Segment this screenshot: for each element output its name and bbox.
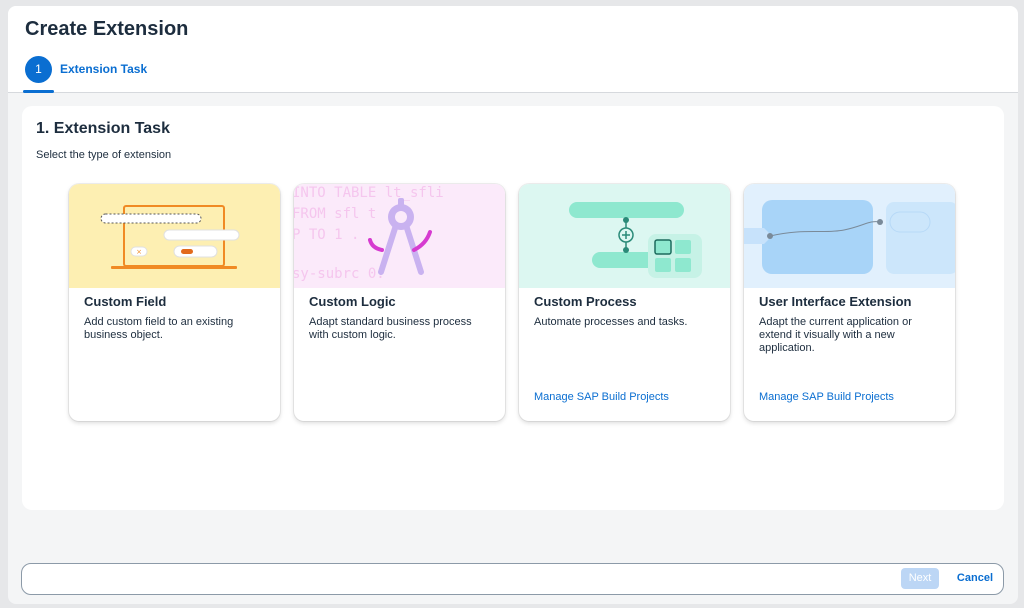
- dialog-header: Create Extension 1 Extension Task: [8, 6, 1018, 93]
- compass-tool-icon: INTO TABLE lt_sfli FROM sfl t P TO 1 . s…: [294, 184, 505, 288]
- card-description: Adapt the current application or extend …: [759, 316, 912, 354]
- code-line: FROM sfl t: [294, 206, 376, 222]
- card-title: User Interface Extension: [759, 294, 912, 309]
- dialog-footer: Next Cancel: [21, 563, 1004, 595]
- card-title: Custom Process: [534, 294, 637, 309]
- step-active-indicator: [23, 90, 54, 93]
- card-title: Custom Field: [84, 294, 167, 309]
- code-line: sy-subrc 0.: [294, 266, 385, 282]
- laptop-form-icon: ×: [69, 184, 280, 288]
- ui-windows-icon: [744, 184, 955, 288]
- card-description: Adapt standard business process with cus…: [309, 316, 472, 341]
- manage-sap-build-projects-link[interactable]: Manage SAP Build Projects: [534, 391, 669, 403]
- card-description: Automate processes and tasks.: [534, 316, 688, 328]
- wizard-step-extension-task[interactable]: 1 Extension Task: [23, 55, 163, 93]
- card-title: Custom Logic: [309, 294, 396, 309]
- card-custom-process[interactable]: Custom Process Automate processes and ta…: [519, 184, 730, 421]
- card-custom-logic[interactable]: INTO TABLE lt_sfli FROM sfl t P TO 1 . s…: [294, 184, 505, 421]
- dialog-title: Create Extension: [25, 18, 189, 40]
- card-description: Add custom field to an existing business…: [84, 316, 234, 341]
- step-content-panel: 1. Extension Task Select the type of ext…: [22, 106, 1004, 510]
- cancel-button[interactable]: Cancel: [957, 568, 993, 589]
- process-flow-icon: [519, 184, 730, 288]
- next-button[interactable]: Next: [901, 568, 939, 589]
- card-user-interface-extension[interactable]: User Interface Extension Adapt the curre…: [744, 184, 955, 421]
- create-extension-dialog: Create Extension 1 Extension Task 1. Ext…: [8, 6, 1018, 604]
- section-subtitle: Select the type of extension: [36, 149, 172, 161]
- card-custom-field[interactable]: × Custom Field Add custom field to an ex…: [69, 184, 280, 421]
- step-label: Extension Task: [60, 62, 148, 76]
- section-title: 1. Extension Task: [36, 120, 170, 137]
- manage-sap-build-projects-link[interactable]: Manage SAP Build Projects: [759, 391, 894, 403]
- step-number-badge: 1: [25, 56, 52, 83]
- svg-text:×: ×: [136, 248, 142, 256]
- code-line: P TO 1 .: [294, 227, 359, 243]
- code-line: INTO TABLE lt_sfli: [294, 185, 444, 201]
